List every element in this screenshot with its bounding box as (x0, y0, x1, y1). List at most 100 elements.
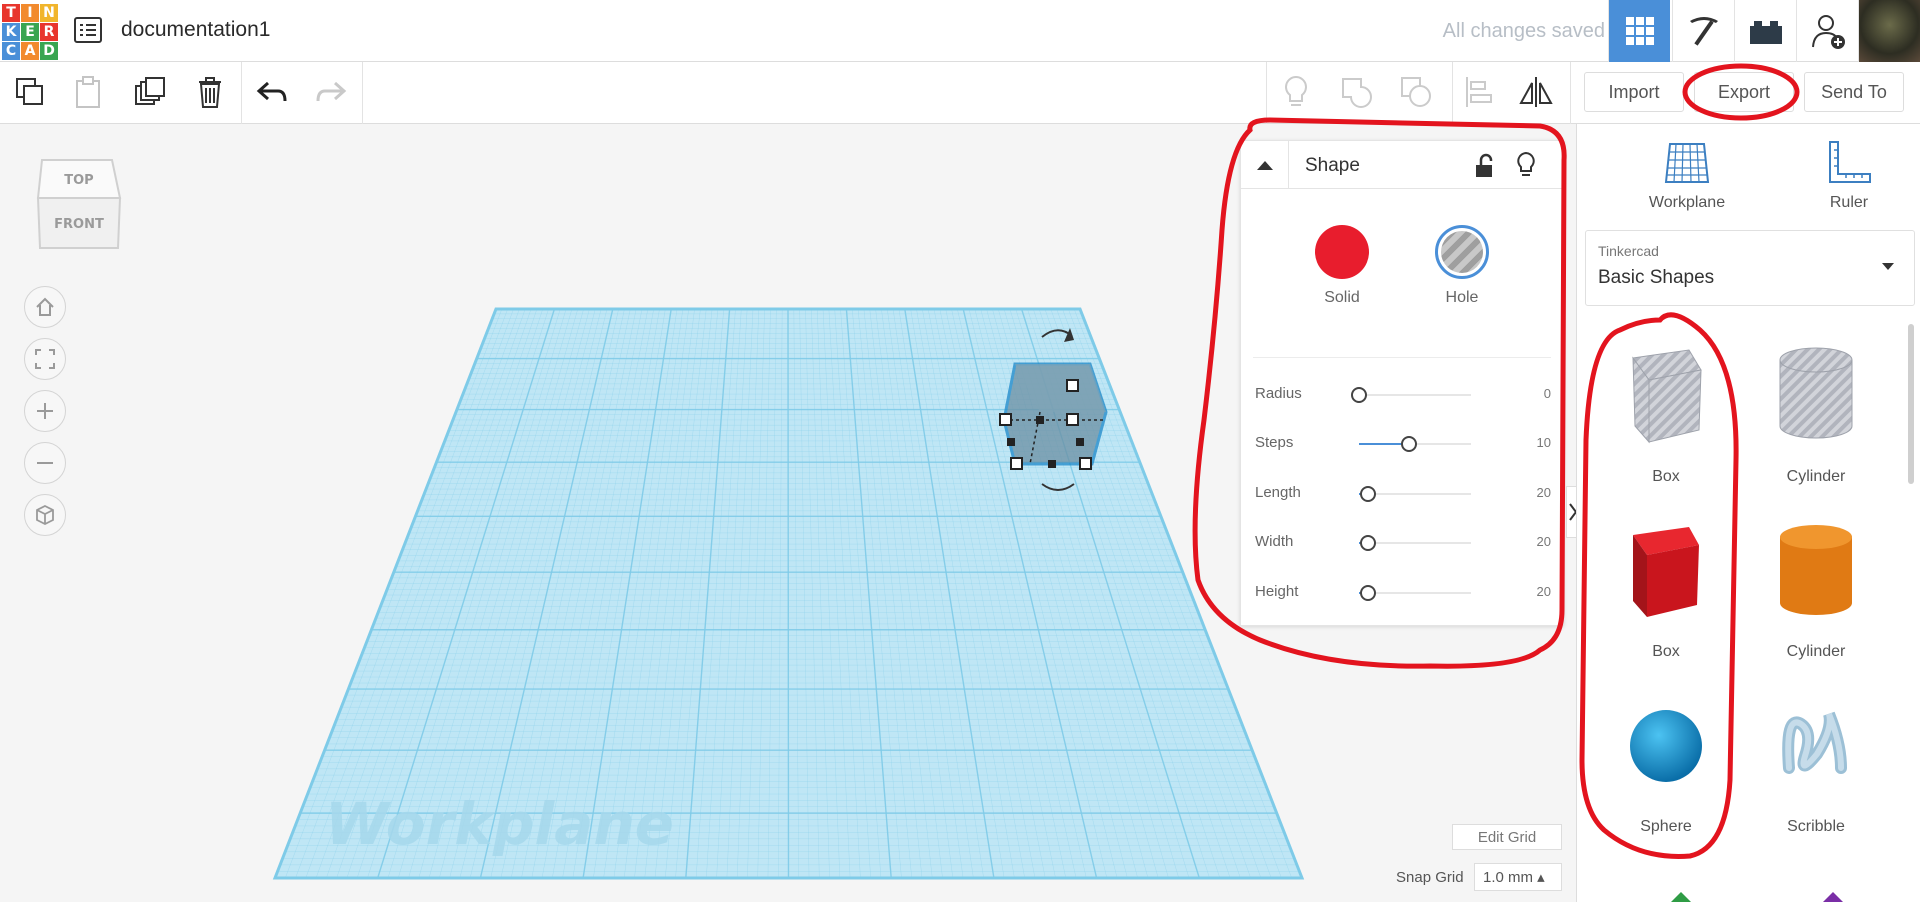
box-red-icon (1633, 527, 1699, 617)
chevron-down-icon (1882, 263, 1894, 270)
duplicate-icon (135, 77, 165, 105)
send-to-button[interactable]: Send To (1804, 72, 1904, 112)
hole-option[interactable]: Hole (1427, 225, 1497, 307)
tinkercad-logo[interactable]: T I N K E R C A D (2, 4, 58, 60)
width-slider[interactable] (1359, 535, 1376, 551)
ruler-icon (1829, 141, 1871, 183)
solid-option[interactable]: Solid (1307, 225, 1377, 307)
home-view-button[interactable] (24, 286, 66, 328)
redo-button[interactable] (311, 72, 351, 112)
cylinder-hole-icon (1779, 347, 1853, 439)
ruler-tool[interactable]: Ruler (1789, 140, 1909, 212)
import-button[interactable]: Import (1584, 72, 1684, 112)
trash-icon (199, 77, 221, 108)
steps-slider[interactable] (1401, 436, 1418, 452)
notes-button[interactable] (1276, 72, 1316, 112)
fit-view-button[interactable] (24, 338, 66, 380)
length-value[interactable]: 20 (1537, 485, 1551, 500)
logo-letter: N (40, 4, 58, 22)
collapse-inspector-button[interactable] (1241, 141, 1289, 189)
paste-button[interactable] (68, 72, 108, 112)
radius-slider[interactable] (1351, 387, 1367, 403)
design-list-icon[interactable] (74, 17, 102, 43)
logo-letter: K (2, 23, 20, 41)
radius-value[interactable]: 0 (1544, 386, 1551, 401)
export-button[interactable]: Export (1694, 72, 1794, 112)
scribble-icon (1782, 711, 1847, 774)
next-shape-peek (1823, 892, 1843, 902)
group-button[interactable] (1336, 72, 1376, 112)
edit-grid-button[interactable]: Edit Grid (1452, 824, 1562, 850)
bricks-button[interactable] (1734, 0, 1796, 62)
group-icon (1342, 78, 1372, 108)
invite-button[interactable] (1796, 0, 1858, 62)
cube-icon (36, 504, 54, 526)
box-hole-icon (1632, 349, 1702, 444)
workplane-tool[interactable]: Workplane (1627, 140, 1747, 212)
blocks-button[interactable] (1672, 0, 1734, 62)
hide-button[interactable] (1515, 151, 1537, 184)
view-cube[interactable]: TOP FRONT (36, 154, 122, 259)
logo-letter: D (40, 42, 58, 60)
fit-icon (35, 349, 55, 369)
unlock-icon (1476, 153, 1493, 177)
plus-icon (37, 403, 53, 419)
solid-swatch[interactable] (1315, 225, 1369, 279)
3d-view-button[interactable] (1608, 0, 1670, 62)
width-label: Width (1255, 533, 1294, 550)
viewcube-front-label: FRONT (54, 217, 104, 232)
steps-value[interactable]: 10 (1537, 435, 1551, 450)
perspective-button[interactable] (24, 494, 66, 536)
shape-box-hole[interactable]: Box (1591, 334, 1741, 494)
edit-toolbar: Import Export Send To (0, 62, 1920, 124)
height-property: Height 20 (1255, 581, 1551, 605)
snap-grid-select[interactable]: 1.0 mm ▴ (1474, 863, 1562, 891)
shape-box-solid[interactable]: Box (1591, 509, 1741, 669)
shape-sphere[interactable]: Sphere (1591, 684, 1741, 844)
shape-label: Cylinder (1786, 643, 1846, 660)
logo-letter: C (2, 42, 20, 60)
logo-letter: R (40, 23, 58, 41)
radius-label: Radius (1255, 385, 1302, 402)
zoom-in-button[interactable] (24, 390, 66, 432)
lock-button[interactable] (1473, 153, 1495, 184)
steps-property: Steps 10 (1255, 432, 1551, 456)
shape-label: Cylinder (1786, 468, 1846, 485)
shape-library-select[interactable]: Tinkercad Basic Shapes (1585, 230, 1915, 306)
zoom-out-button[interactable] (24, 442, 66, 484)
solid-label: Solid (1324, 289, 1360, 306)
ungroup-button[interactable] (1396, 72, 1436, 112)
inspector-header: Shape (1241, 141, 1563, 189)
document-title[interactable]: documentation1 (121, 18, 270, 42)
shape-cylinder-hole[interactable]: Cylinder (1741, 334, 1891, 494)
width-value[interactable]: 20 (1537, 534, 1551, 549)
align-button[interactable] (1458, 72, 1498, 112)
logo-letter: A (21, 42, 39, 60)
duplicate-button[interactable] (130, 72, 170, 112)
paste-icon (76, 76, 100, 108)
home-icon (36, 297, 54, 316)
height-slider[interactable] (1359, 585, 1376, 601)
height-value[interactable]: 20 (1537, 584, 1551, 599)
logo-letter: T (2, 4, 20, 22)
top-bar: T I N K E R C A D documentation1 All cha… (0, 0, 1920, 62)
height-label: Height (1255, 583, 1299, 600)
pickaxe-icon (1689, 17, 1718, 46)
shape-label: Box (1652, 468, 1680, 485)
library-source: Tinkercad (1598, 243, 1659, 259)
shape-scribble[interactable]: Scribble (1741, 684, 1891, 844)
sphere-blue-icon (1630, 710, 1702, 782)
user-avatar[interactable] (1858, 0, 1920, 62)
shape-cylinder-solid[interactable]: Cylinder (1741, 509, 1891, 669)
mirror-button[interactable] (1516, 72, 1556, 112)
library-name: Basic Shapes (1598, 267, 1715, 288)
length-slider[interactable] (1359, 486, 1376, 502)
delete-button[interactable] (190, 72, 230, 112)
undo-button[interactable] (252, 72, 292, 112)
panel-scrollbar[interactable] (1908, 324, 1914, 484)
copy-button[interactable] (10, 72, 50, 112)
hole-label: Hole (1445, 289, 1479, 306)
hole-swatch[interactable] (1435, 225, 1489, 279)
workplane-watermark: Workplane (325, 790, 674, 858)
shape-label: Sphere (1640, 818, 1692, 835)
